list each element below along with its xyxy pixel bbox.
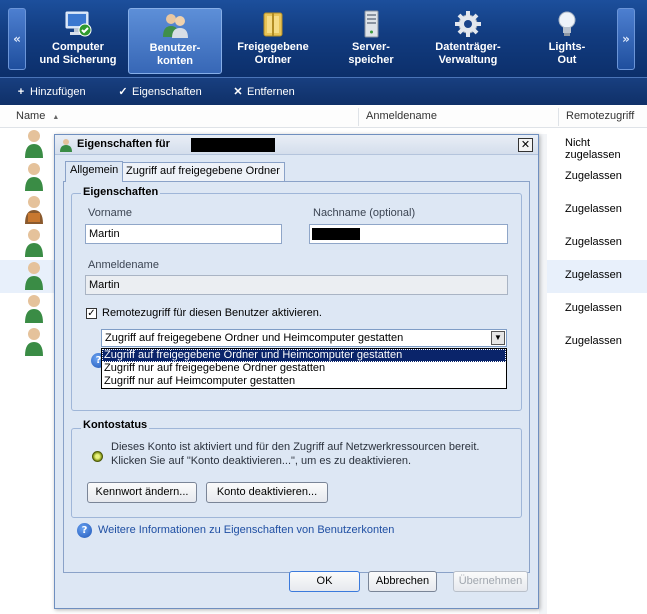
nav-lights-out[interactable]: Lights- Out (520, 8, 614, 74)
user-avatar-icon (25, 163, 43, 191)
add-button[interactable]: + Hinzufügen (14, 84, 86, 100)
column-divider (358, 108, 359, 126)
ok-button[interactable]: OK (289, 571, 360, 592)
access-level-selected: Zugriff auf freigegebene Ordner und Heim… (105, 332, 404, 344)
server-icon (364, 10, 379, 38)
dropdown-option[interactable]: Zugriff auf freigegebene Ordner und Heim… (102, 349, 506, 362)
nav-computer-und-sicherung[interactable]: Computer und Sicherung (30, 8, 126, 74)
column-header-remote[interactable]: Remotezugriff (566, 110, 634, 122)
column-header-name[interactable]: Name ▲ (16, 110, 59, 122)
main-navigation-bar: « Computer und Sicherung Benutzer- konte… (0, 0, 647, 77)
close-icon: ✕ (233, 86, 243, 98)
user-properties-dialog: Eigenschaften für ✕ Allgemein Zugriff au… (54, 134, 539, 609)
redacted-username (191, 138, 275, 152)
tab-zugriff-freigegebene-ordner[interactable]: Zugriff auf freigegebene Ordner (121, 162, 285, 181)
remove-label: Entfernen (247, 86, 295, 98)
dialog-title-bar[interactable]: Eigenschaften für ✕ (55, 135, 538, 155)
column-header-login[interactable]: Anmeldename (366, 110, 437, 122)
change-password-button[interactable]: Kennwort ändern... (87, 482, 197, 503)
users-icon (163, 14, 188, 38)
nav-freigegebene-ordner[interactable]: Freigegebene Ordner (226, 8, 320, 74)
remote-access-checkbox-label[interactable]: Remotezugriff für diesen Benutzer aktivi… (102, 307, 322, 319)
tab-allgemein[interactable]: Allgemein (65, 161, 124, 182)
remote-access-value: Zugelassen (565, 335, 622, 347)
account-status-text: Dieses Konto ist aktiviert und für den Z… (111, 441, 480, 467)
properties-group-title: Eigenschaften (81, 186, 161, 198)
user-avatar-icon (25, 262, 43, 290)
user-avatar-icon (25, 229, 43, 257)
sort-ascending-icon: ▲ (52, 114, 60, 121)
cancel-button[interactable]: Abbrechen (368, 571, 437, 592)
properties-label: Eigenschaften (132, 86, 202, 98)
nav-label: Computer und Sicherung (39, 41, 117, 66)
nav-label: Datenträger- Verwaltung (435, 41, 501, 66)
dropdown-option[interactable]: Zugriff nur auf Heimcomputer gestatten (102, 375, 506, 388)
nav-label: Lights- Out (548, 41, 586, 66)
checkmark-icon: ✓ (118, 86, 128, 98)
remote-access-value: Zugelassen (565, 203, 622, 215)
column-divider (558, 108, 559, 126)
login-name-label: Anmeldename (88, 259, 159, 271)
nav-datentraeger-verwaltung[interactable]: Datenträger- Verwaltung (420, 8, 516, 74)
remote-access-value: Zugelassen (565, 302, 622, 314)
apply-button[interactable]: Übernehmen (453, 571, 528, 592)
help-icon: ? (77, 523, 92, 538)
user-icon (60, 139, 72, 152)
remote-access-checkbox[interactable]: ✓ (86, 308, 97, 319)
deactivate-account-button[interactable]: Konto deaktivieren... (206, 482, 328, 503)
remote-access-value: Nicht zugelassen (565, 137, 621, 161)
dialog-title: Eigenschaften für (77, 138, 170, 150)
nav-label: Server- speicher (348, 41, 394, 66)
user-avatar-icon (25, 130, 43, 158)
remote-access-value: Zugelassen (565, 236, 622, 248)
access-level-dropdown-list: Zugriff auf freigegebene Ordner und Heim… (101, 348, 507, 389)
plus-icon: + (17, 86, 25, 98)
user-avatar-icon (25, 295, 43, 323)
add-label: Hinzufügen (30, 86, 86, 98)
login-name-field: Martin (85, 275, 508, 295)
first-name-field[interactable]: Martin (85, 224, 282, 244)
shared-folder-icon (263, 12, 283, 37)
nav-label: Freigegebene Ordner (237, 41, 309, 66)
last-name-label: Nachname (optional) (313, 207, 416, 219)
gear-icon (455, 11, 481, 37)
remove-button[interactable]: ✕ Entfernen (231, 84, 295, 100)
properties-button[interactable]: ✓ Eigenschaften (116, 84, 202, 100)
last-name-field[interactable] (309, 224, 508, 244)
account-status-title: Kontostatus (81, 419, 150, 431)
list-background (539, 134, 547, 614)
chevron-down-icon[interactable]: ▼ (491, 331, 505, 345)
nav-benutzerkonten[interactable]: Benutzer- konten (128, 8, 222, 74)
remote-access-value: Zugelassen (565, 269, 622, 281)
redacted-last-name (312, 228, 360, 240)
guest-briefcase-icon (25, 196, 43, 224)
toolbar: + Hinzufügen ✓ Eigenschaften ✕ Entfernen (0, 77, 647, 105)
more-info-link[interactable]: Weitere Informationen zu Eigenschaften v… (98, 524, 394, 536)
close-button[interactable]: ✕ (518, 138, 533, 152)
scroll-left-arrow[interactable]: « (8, 8, 26, 70)
monitor-check-icon (65, 11, 92, 37)
nav-serverspeicher[interactable]: Server- speicher (324, 8, 418, 74)
remote-access-value: Zugelassen (565, 170, 622, 182)
scroll-right-arrow[interactable]: » (617, 8, 635, 70)
lightbulb-icon (558, 11, 576, 36)
access-level-select[interactable]: Zugriff auf freigegebene Ordner und Heim… (101, 329, 507, 347)
user-list-header: Name ▲ Anmeldename Remotezugriff (0, 106, 647, 128)
column-name-label: Name (16, 110, 46, 122)
user-avatar-icon (25, 328, 43, 356)
account-active-status-icon (92, 451, 103, 462)
nav-label: Benutzer- konten (149, 42, 201, 67)
first-name-label: Vorname (88, 207, 133, 219)
dropdown-option[interactable]: Zugriff nur auf freigegebene Ordner gest… (102, 362, 506, 375)
